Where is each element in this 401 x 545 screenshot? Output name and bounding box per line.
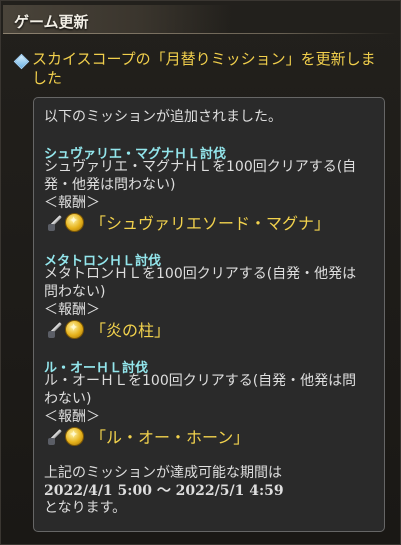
mission-3-reward: 「ル・オー・ホーン」 [44, 425, 249, 447]
mission-1-reward-name: 「シュヴァリエソード・マグナ」 [90, 214, 331, 233]
coin-icon [65, 212, 84, 232]
sword-icon [44, 426, 64, 446]
mission-lead: 以下のミッションが追加されました。 [44, 109, 282, 125]
mission-3-reward-name: 「ル・オー・ホーン」 [90, 428, 250, 447]
mission-2-desc-line2: 問わない) [44, 284, 106, 300]
header-title: ゲーム更新 [14, 13, 89, 31]
mission-2-desc-line1: メタトロンＨＬを100回クリアする(自発・他発は [44, 266, 357, 282]
mission-2-reward: 「炎の柱」 [44, 318, 170, 340]
coin-icon [65, 319, 84, 339]
mission-3-desc-line1: ル・オーＨＬを100回クリアする(自発・他発は問 [44, 373, 357, 389]
mission-1-desc-line2: 発・他発は問わない) [44, 177, 176, 193]
period-line3: となります。 [44, 500, 127, 516]
coin-icon [65, 426, 84, 446]
sword-icon [44, 319, 64, 339]
mission-2-reward-name: 「炎の柱」 [90, 321, 171, 340]
mission-1-desc-line1: シュヴァリエ・マグナＨＬを100回クリアする(自 [44, 159, 357, 175]
intro-text: スカイスコープの「月替りミッション」を更新しました [32, 50, 376, 87]
period-dates: 2022/4/1 5:00 ～ 2022/5/1 4:59 [44, 483, 284, 499]
period-line1: 上記のミッションが達成可能な期間は [44, 465, 282, 481]
sword-icon [44, 212, 64, 232]
mission-1-reward: 「シュヴァリエソード・マグナ」 [44, 211, 330, 233]
header-divider [3, 33, 397, 34]
mission-3-desc-line2: わない) [44, 391, 92, 407]
header-bar: ゲーム更新 [3, 5, 233, 33]
